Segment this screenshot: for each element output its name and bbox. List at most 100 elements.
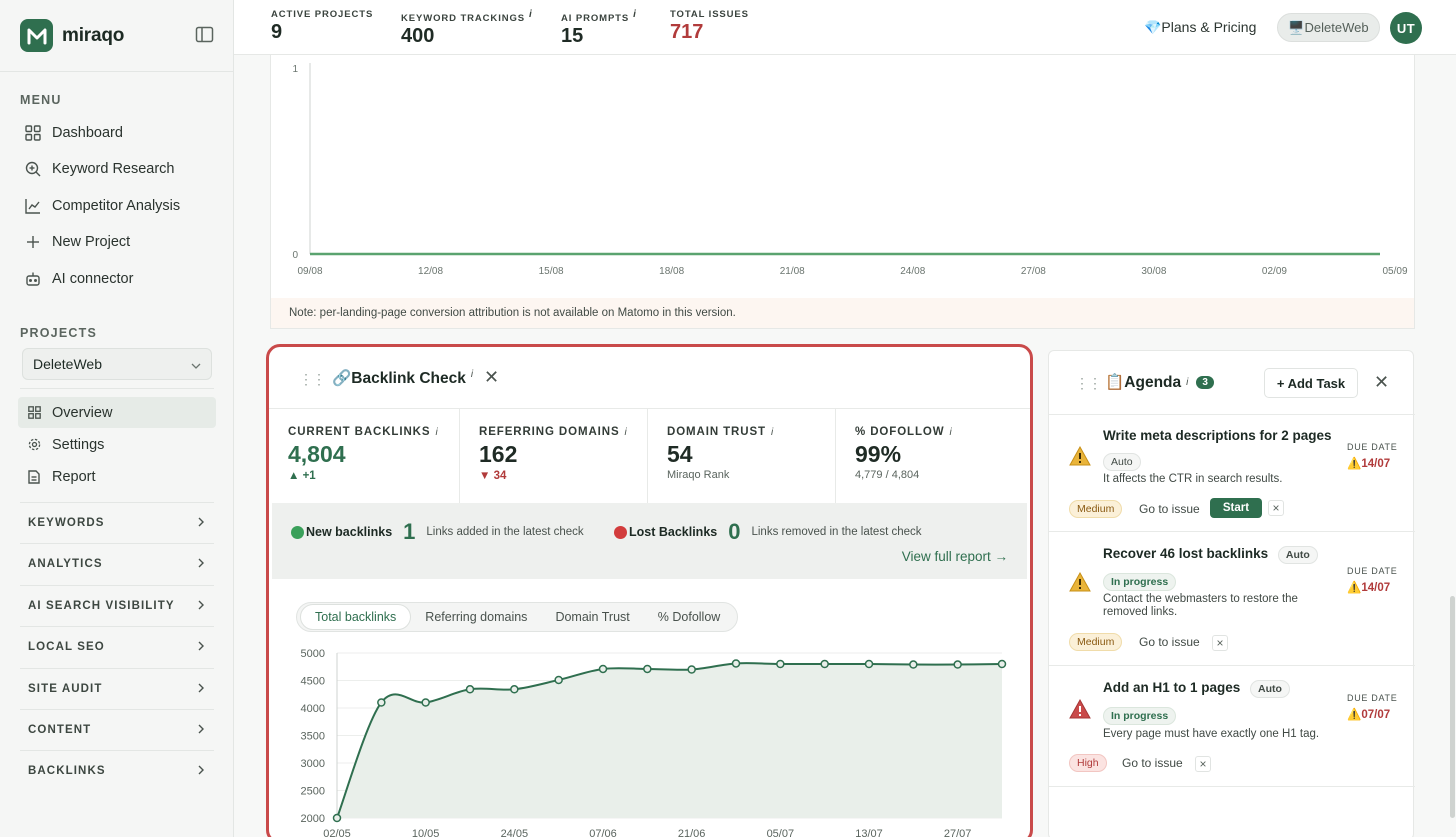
x-tick-label: 07/06 — [589, 828, 617, 837]
group-label: LOCAL SEO — [28, 641, 105, 653]
x-tick-label: 02/09 — [1262, 266, 1287, 277]
sidebar-group-backlinks[interactable]: BACKLINKS — [20, 750, 214, 791]
kpi-subtext: 4,779 / 4,804 — [855, 469, 920, 481]
conversion-chart: 1 0 09/08 12/08 15/08 18/08 21/08 24/08 27/08 30/… — [292, 63, 1408, 277]
data-point[interactable] — [909, 660, 918, 669]
sidebar-item-label: AI connector — [52, 271, 134, 287]
data-point[interactable] — [997, 659, 1007, 669]
sidebar-item-settings[interactable]: Settings — [18, 429, 216, 460]
tab-dofollow[interactable]: % Dofollow — [644, 605, 735, 629]
chevron-right-icon — [198, 724, 204, 737]
data-point[interactable] — [598, 664, 608, 674]
search-icon — [24, 160, 42, 178]
data-point[interactable] — [332, 813, 342, 823]
data-point[interactable] — [554, 675, 563, 685]
task-tag: Auto — [1277, 546, 1318, 564]
sidebar-item-ai-connector[interactable]: AI connector — [24, 267, 133, 291]
chevron-right-icon — [198, 683, 204, 696]
stat-label: ACTIVE PROJECTS — [271, 9, 374, 20]
page-scrollbar[interactable] — [1450, 596, 1455, 818]
logo[interactable]: miraqo — [20, 19, 124, 52]
info-icon[interactable]: i — [950, 427, 953, 438]
card-title: 📋Agenda — [1105, 374, 1182, 391]
info-icon[interactable]: i — [771, 427, 774, 438]
stat-value: 717 — [670, 21, 704, 43]
kpi-value: 162 — [479, 441, 518, 467]
red-dot-icon — [614, 525, 627, 539]
sidebar-toggle-icon[interactable] — [195, 26, 215, 44]
kpi-value: 4,804 — [288, 441, 346, 467]
go-to-issue-link[interactable]: Go to issue — [1122, 756, 1183, 770]
task-title[interactable]: Add an H1 to 1 pages — [1103, 680, 1240, 695]
data-point[interactable] — [643, 664, 652, 674]
info-icon[interactable]: i — [625, 427, 628, 438]
data-point[interactable] — [776, 659, 785, 669]
close-icon[interactable]: ✕ — [1374, 372, 1389, 393]
kpi-referring-domains: REFERRING DOMAINS i 162 ▼ 34 — [460, 409, 648, 503]
task-title[interactable]: Write meta descriptions for 2 pages — [1103, 428, 1332, 443]
info-icon[interactable]: i — [471, 369, 473, 380]
view-full-report-link[interactable]: View full report → — [902, 549, 1008, 564]
site-switcher[interactable]: 🖥️DeleteWeb — [1277, 13, 1380, 42]
divider — [0, 71, 233, 72]
sidebar-item-competitor-analysis[interactable]: Competitor Analysis — [24, 194, 180, 218]
close-icon[interactable]: ✕ — [484, 367, 499, 388]
info-icon[interactable]: i — [1186, 377, 1188, 388]
data-point[interactable] — [377, 698, 386, 707]
go-to-issue-link[interactable]: Go to issue — [1139, 502, 1200, 516]
kpi-current-backlinks: CURRENT BACKLINKS i 4,804 ▲ +1 — [269, 409, 460, 503]
lost-backlinks: Lost Backlinks 0 Links removed in the la… — [614, 519, 922, 545]
start-button[interactable]: Start — [1210, 498, 1262, 518]
sidebar-group-analytics[interactable]: ANALYTICS — [20, 543, 214, 584]
status-badge: In progress — [1103, 707, 1177, 725]
dismiss-icon[interactable]: × — [1212, 635, 1228, 651]
sidebar-item-dashboard[interactable]: Dashboard — [24, 121, 123, 145]
stat-total-issues: TOTAL ISSUES 717 — [670, 9, 749, 44]
warning-icon: ⚠️ — [1347, 458, 1362, 470]
data-point[interactable] — [510, 685, 519, 694]
group-label: BACKLINKS — [28, 765, 106, 777]
data-point[interactable] — [731, 659, 741, 668]
y-tick-label: 3000 — [301, 758, 325, 770]
data-point[interactable] — [820, 659, 829, 669]
sidebar-item-overview[interactable]: Overview — [18, 397, 216, 428]
sidebar-group-keywords[interactable]: KEYWORDS — [20, 502, 214, 543]
task-title[interactable]: Recover 46 lost backlinks — [1103, 546, 1268, 561]
dismiss-icon[interactable]: × — [1268, 500, 1284, 516]
add-task-button[interactable]: + Add Task — [1264, 368, 1358, 398]
data-point[interactable] — [687, 665, 696, 674]
due-date: DUE DATE ⚠️14/07 — [1347, 442, 1397, 470]
data-point[interactable] — [465, 685, 475, 694]
backlink-check-card: ⋮⋮ 🔗Backlink Check i ✕ CURRENT BACKLINKS i… — [266, 344, 1033, 837]
backlink-chart: 5000 4500 4000 3500 3000 2500 2000 02/05 10/05 24… — [301, 648, 1007, 837]
chevron-right-icon — [198, 517, 204, 530]
tab-domain-trust[interactable]: Domain Trust — [541, 605, 643, 629]
tab-total-backlinks[interactable]: Total backlinks — [300, 604, 412, 630]
data-point[interactable] — [421, 698, 430, 707]
info-icon[interactable]: i — [633, 9, 637, 20]
sidebar-group-local-seo[interactable]: LOCAL SEO — [20, 626, 214, 667]
project-select[interactable]: DeleteWeb — [22, 348, 212, 380]
lost-backlinks-desc: Links removed in the latest check — [751, 526, 922, 538]
dismiss-icon[interactable]: × — [1195, 756, 1211, 772]
sidebar-group-ai-search-visibility[interactable]: AI SEARCH VISIBILITY — [20, 585, 214, 626]
tab-referring-domains[interactable]: Referring domains — [411, 605, 541, 629]
data-point[interactable] — [864, 659, 874, 669]
drag-handle-icon[interactable]: ⋮⋮ — [1075, 375, 1102, 392]
sidebar-item-new-project[interactable]: New Project — [24, 230, 130, 254]
sidebar-item-report[interactable]: Report — [18, 461, 216, 492]
info-icon[interactable]: i — [529, 9, 533, 20]
sidebar-item-label: New Project — [52, 234, 131, 250]
drag-handle-icon[interactable]: ⋮⋮ — [299, 371, 326, 388]
info-icon[interactable]: i — [435, 427, 438, 438]
sidebar-item-keyword-research[interactable]: Keyword Research — [24, 157, 175, 181]
stat-active-projects: ACTIVE PROJECTS 9 — [271, 9, 373, 44]
plans-pricing-link[interactable]: 💎Plans & Pricing — [1144, 19, 1256, 36]
warning-icon — [1069, 445, 1091, 471]
go-to-issue-link[interactable]: Go to issue — [1139, 635, 1200, 649]
avatar[interactable]: UT — [1390, 12, 1422, 44]
new-backlinks-count: 1 — [403, 519, 416, 544]
data-point[interactable] — [953, 660, 962, 669]
sidebar-group-content[interactable]: CONTENT — [20, 709, 214, 750]
sidebar-group-site-audit[interactable]: SITE AUDIT — [20, 668, 214, 709]
